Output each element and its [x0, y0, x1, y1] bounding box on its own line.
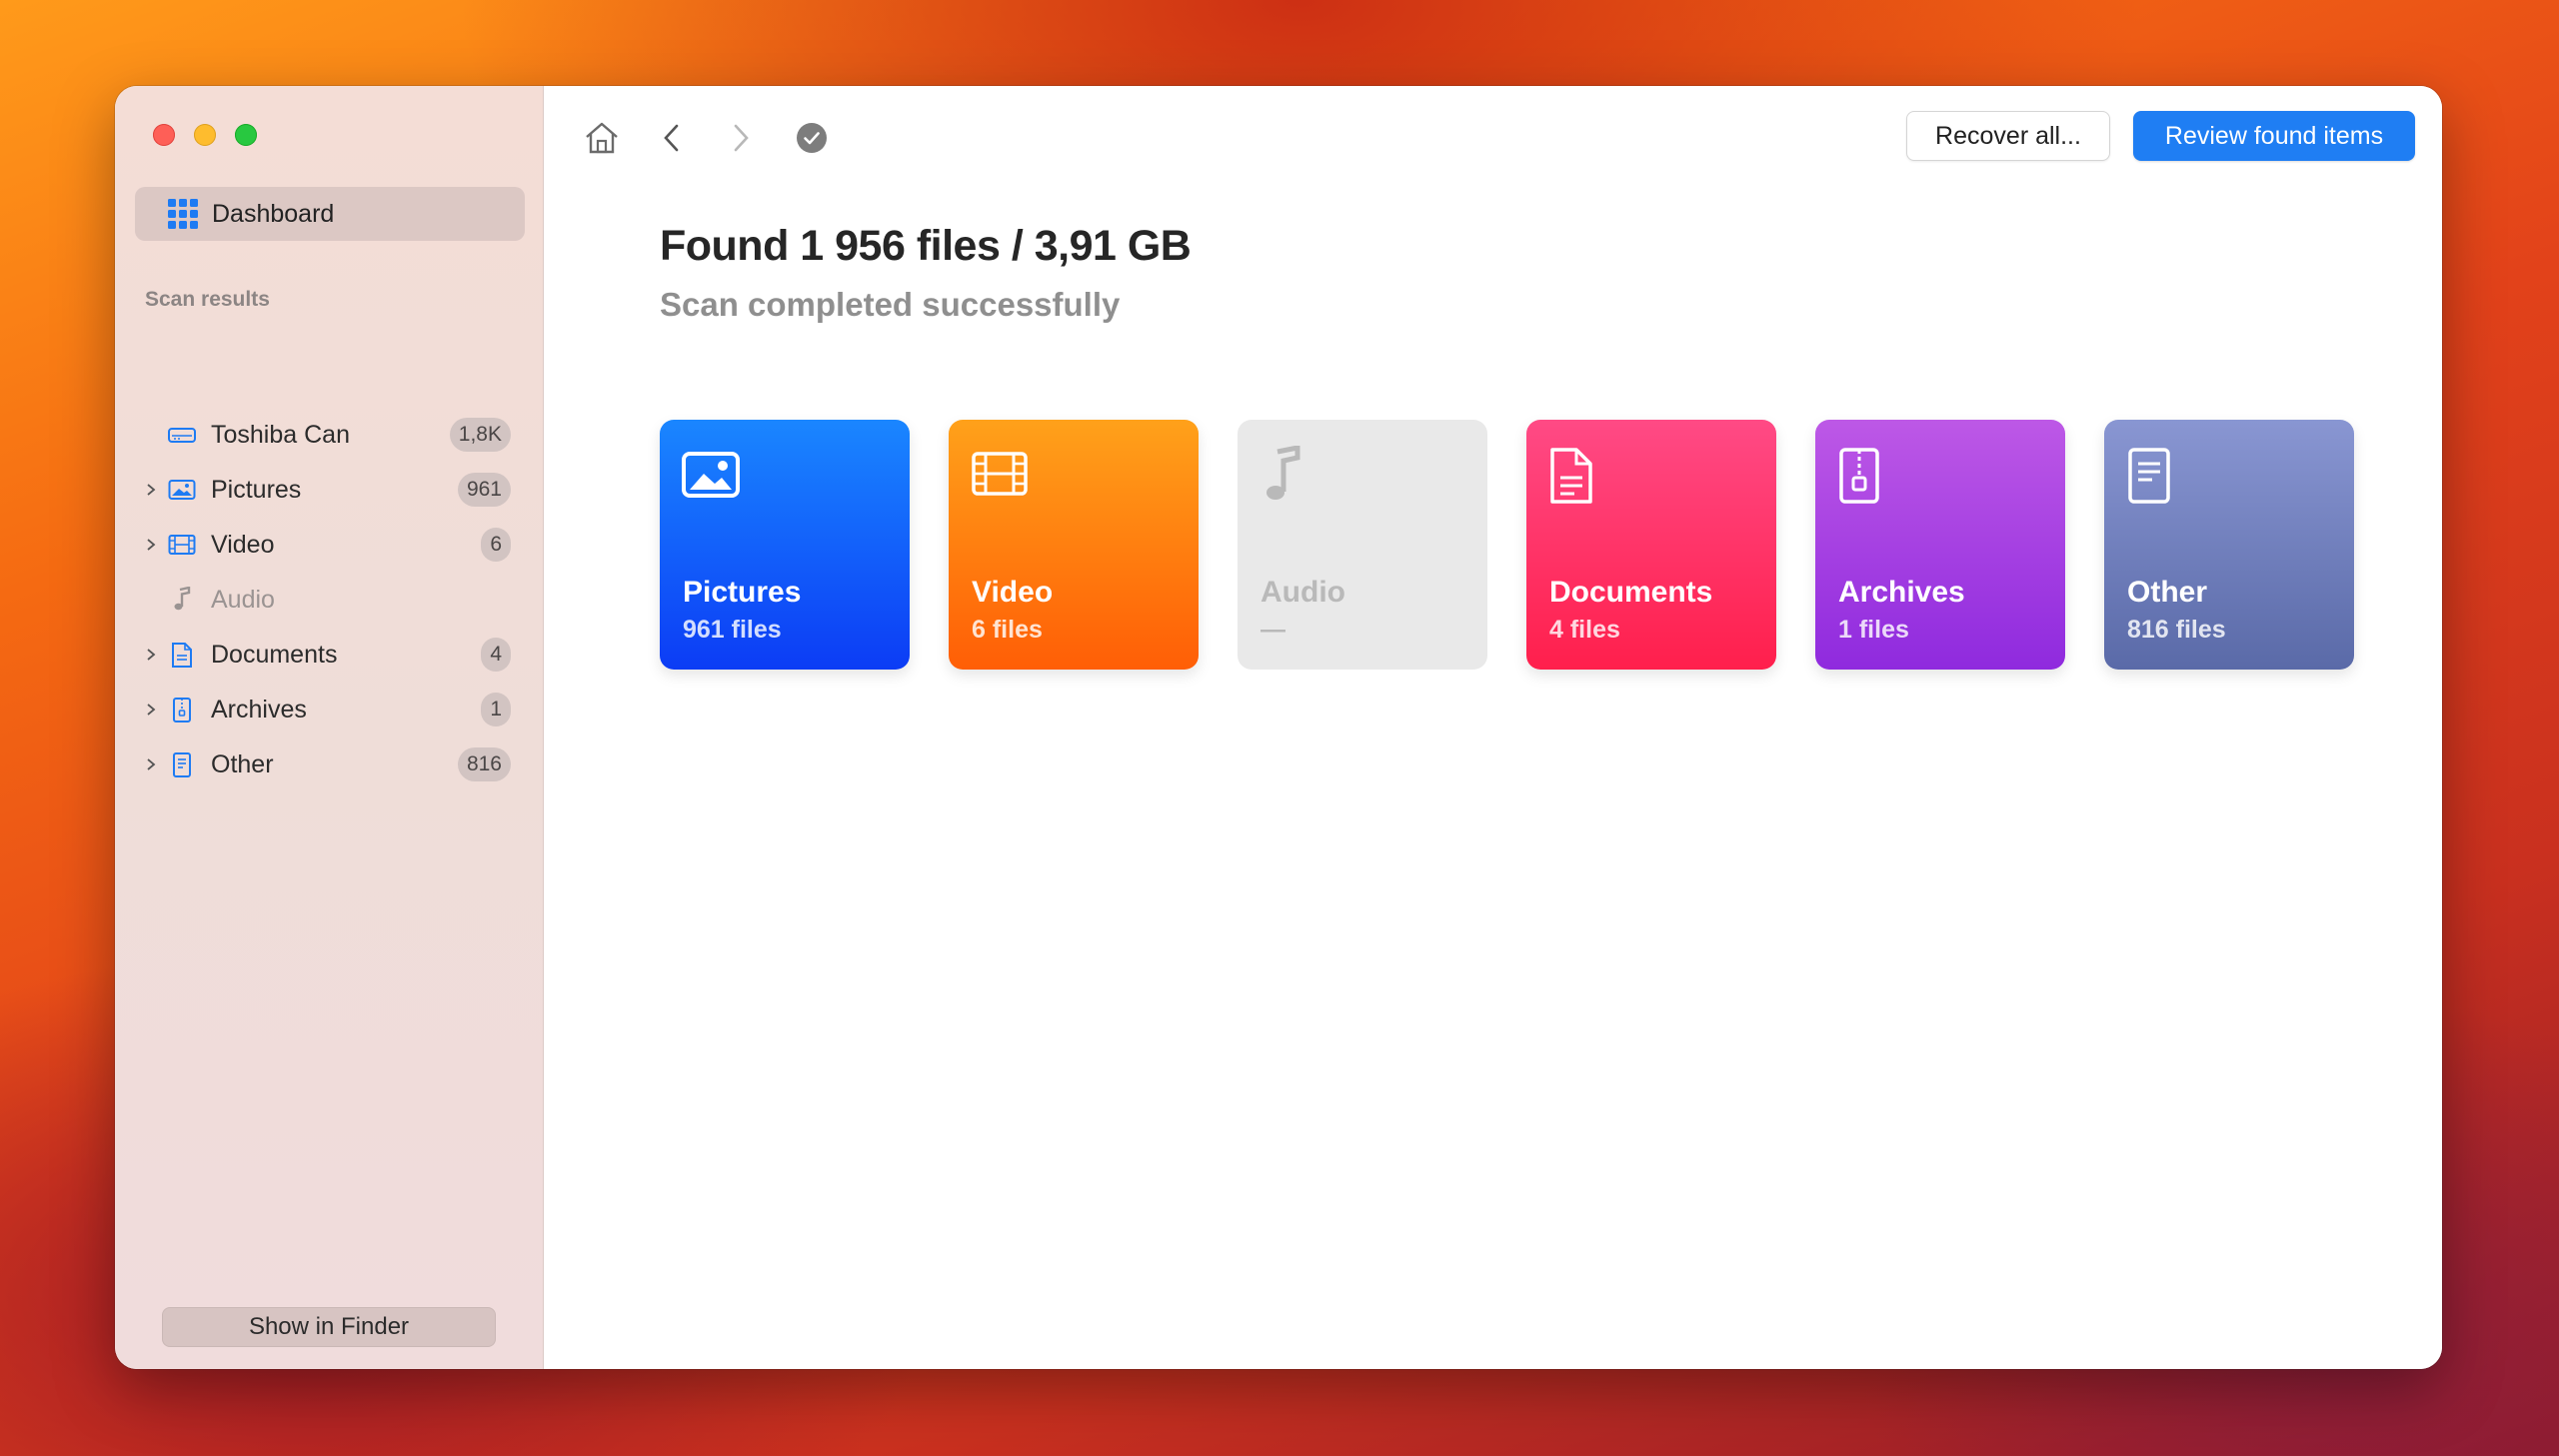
home-icon [586, 122, 618, 154]
card-title: Pictures [683, 576, 802, 609]
sidebar-item-label: Dashboard [212, 199, 335, 228]
card-count: 961 files [683, 616, 782, 644]
sidebar-item-label: Video [211, 530, 275, 559]
card-title: Other [2127, 576, 2208, 609]
app-window: Dashboard Scan results Toshiba Can 1,8K … [115, 86, 2442, 1369]
drive-icon [167, 420, 197, 450]
other-file-icon [2128, 448, 2170, 504]
card-archives[interactable]: Archives 1 files [1815, 420, 2065, 670]
card-count: 816 files [2127, 616, 2226, 644]
card-title: Video [972, 576, 1054, 609]
card-other[interactable]: Other 816 files [2104, 420, 2354, 670]
sidebar-item-audio[interactable]: Audio [115, 574, 543, 626]
archive-icon [1839, 448, 1879, 504]
chevron-right-icon[interactable] [145, 758, 157, 770]
sidebar-item-label: Archives [211, 695, 307, 724]
recover-all-button[interactable]: Recover all... [1906, 111, 2110, 161]
document-icon [1550, 448, 1592, 504]
sidebar-item-label: Other [211, 749, 274, 778]
zoom-window-button[interactable] [235, 124, 257, 146]
sidebar-item-label: Toshiba Can [211, 420, 350, 449]
main-content: Recover all... Review found items Found … [544, 86, 2442, 1369]
chevron-right-icon[interactable] [145, 539, 157, 551]
film-icon [167, 530, 197, 560]
card-title: Audio [1261, 576, 1345, 609]
sidebar-item-archives[interactable]: Archives 1 [115, 684, 543, 735]
count-badge: 1,8K [449, 418, 511, 452]
chevron-right-icon[interactable] [145, 649, 157, 661]
sidebar-item-dashboard[interactable]: Dashboard [135, 187, 525, 241]
scan-status-button[interactable] [790, 116, 834, 160]
close-window-button[interactable] [153, 124, 175, 146]
card-count: — [1261, 616, 1285, 644]
sidebar-item-label: Audio [211, 585, 275, 614]
count-badge: 4 [481, 638, 511, 672]
film-icon [972, 452, 1028, 496]
card-audio[interactable]: Audio — [1238, 420, 1487, 670]
back-button[interactable] [650, 116, 694, 160]
count-badge: 6 [481, 528, 511, 562]
count-badge: 1 [481, 693, 511, 727]
review-found-items-button[interactable]: Review found items [2133, 111, 2415, 161]
card-pictures[interactable]: Pictures 961 files [660, 420, 910, 670]
checkmark-circle-icon [797, 123, 827, 153]
sidebar: Dashboard Scan results Toshiba Can 1,8K … [115, 86, 544, 1369]
sidebar-item-label: Documents [211, 640, 338, 669]
minimize-window-button[interactable] [194, 124, 216, 146]
document-icon [167, 640, 197, 670]
show-in-finder-button[interactable]: Show in Finder [162, 1307, 496, 1347]
chevron-right-icon[interactable] [145, 484, 157, 496]
music-note-icon [167, 585, 197, 615]
sidebar-item-video[interactable]: Video 6 [115, 519, 543, 571]
window-controls [153, 124, 257, 146]
chevron-right-icon[interactable] [145, 704, 157, 716]
forward-button[interactable] [719, 116, 763, 160]
archive-icon [167, 695, 197, 725]
other-file-icon [167, 749, 197, 779]
card-title: Documents [1549, 576, 1713, 609]
grid-icon [168, 199, 198, 229]
count-badge: 816 [457, 747, 511, 781]
sidebar-item-pictures[interactable]: Pictures 961 [115, 464, 543, 516]
card-count: 6 files [972, 616, 1043, 644]
card-count: 4 files [1549, 616, 1620, 644]
count-badge: 961 [457, 473, 511, 507]
page-title: Found 1 956 files / 3,91 GB [660, 222, 1192, 270]
picture-icon [682, 452, 740, 498]
sidebar-item-label: Pictures [211, 475, 302, 504]
sidebar-item-other[interactable]: Other 816 [115, 738, 543, 790]
section-header-scan-results: Scan results [145, 288, 270, 311]
chevron-left-icon [664, 124, 679, 152]
music-note-icon [1267, 446, 1300, 500]
sidebar-item-documents[interactable]: Documents 4 [115, 629, 543, 681]
card-count: 1 files [1838, 616, 1909, 644]
sidebar-item-toshiba-can[interactable]: Toshiba Can 1,8K [115, 409, 543, 461]
picture-icon [167, 475, 197, 505]
card-title: Archives [1838, 576, 1965, 609]
home-button[interactable] [580, 116, 624, 160]
card-video[interactable]: Video 6 files [949, 420, 1199, 670]
scan-status-text: Scan completed successfully [660, 286, 1121, 323]
chevron-right-icon [734, 124, 749, 152]
card-documents[interactable]: Documents 4 files [1526, 420, 1776, 670]
